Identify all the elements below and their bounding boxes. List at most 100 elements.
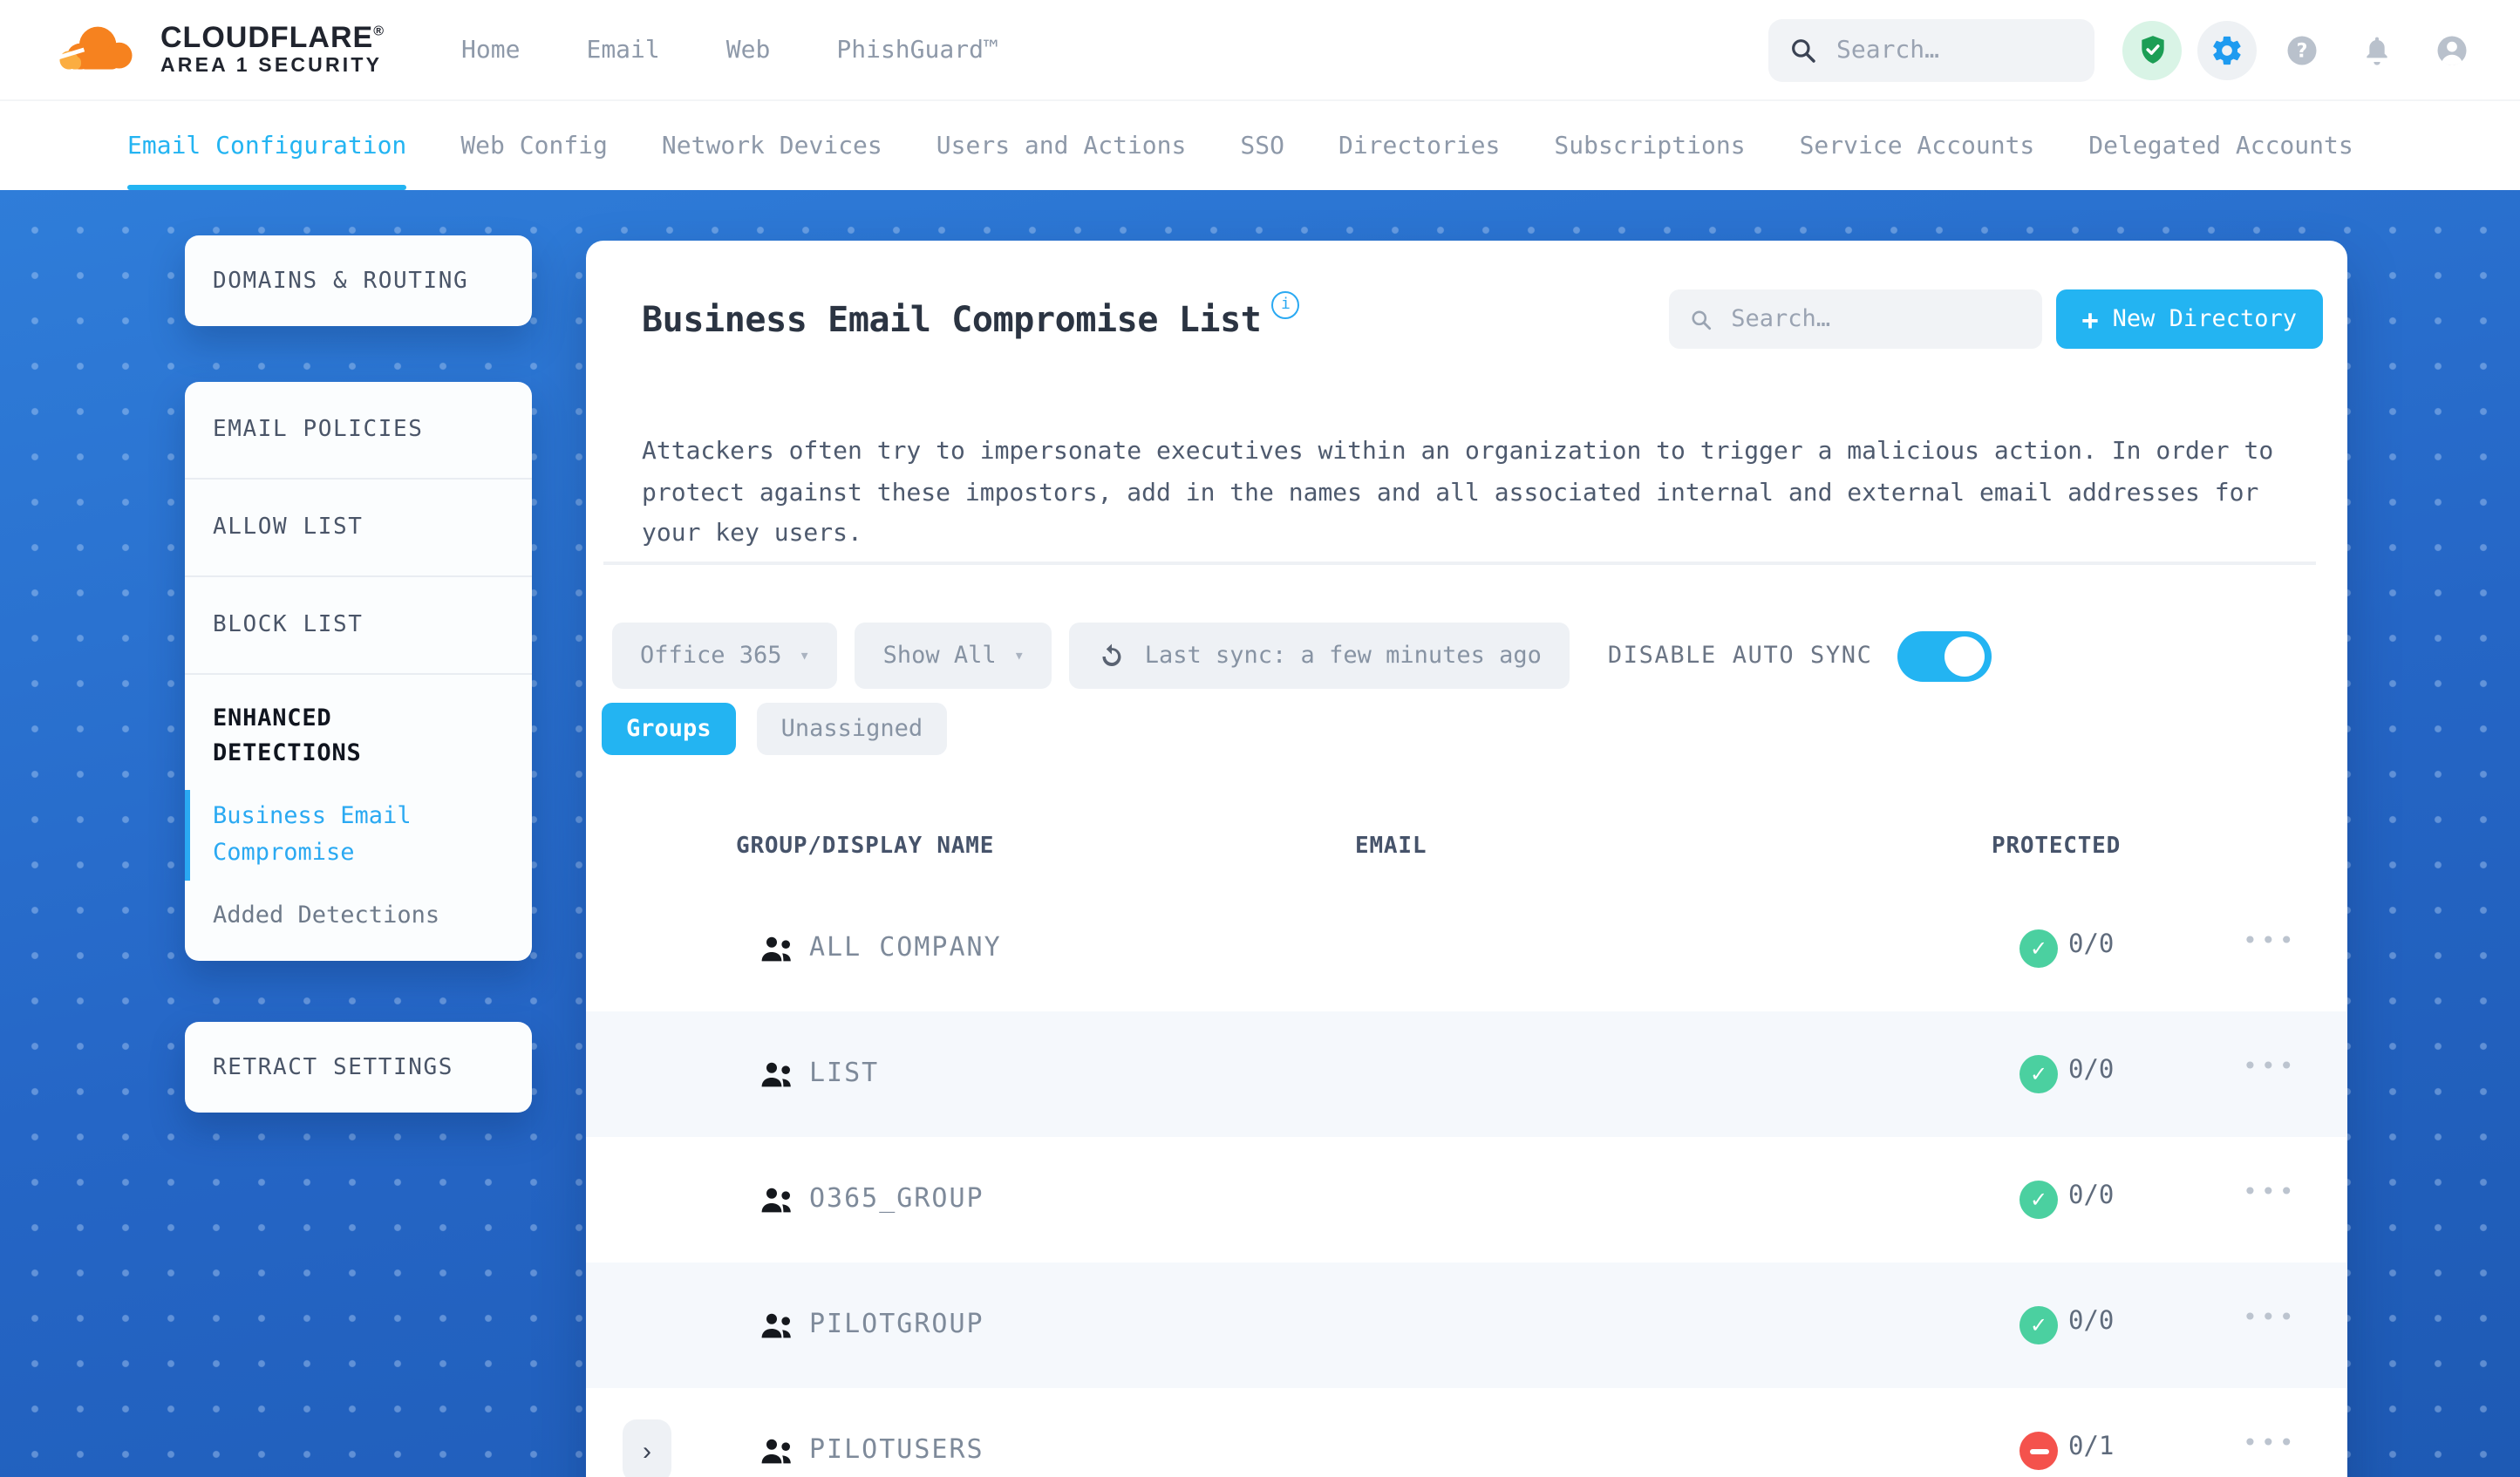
primary-nav: Home Email Web PhishGuard™ (461, 36, 998, 64)
group-name: O365_GROUP (809, 1182, 984, 1214)
minus-icon (2029, 1448, 2048, 1453)
main-panel: Business Email Compromise List i + New D… (586, 241, 2347, 1477)
notifications-bell-icon[interactable] (2347, 20, 2407, 79)
table-row[interactable]: › ALL COMPANY (586, 886, 2347, 1011)
toggle-knob (1944, 636, 1985, 676)
config-tab[interactable]: Directories (1338, 101, 1500, 190)
table-row[interactable]: › PILOTUSERS 0/1 ••• (586, 1388, 2347, 1477)
chevron-down-icon: ▾ (1013, 646, 1025, 665)
global-search[interactable] (1768, 18, 2094, 81)
search-icon (1691, 310, 1711, 330)
config-tab[interactable]: Web Config (460, 101, 608, 190)
protected-count: 0/0 (2068, 931, 2115, 959)
auto-sync-label: DISABLE AUTO SYNC (1607, 642, 1873, 670)
view-tab[interactable]: Groups (602, 703, 736, 755)
config-tab[interactable]: Network Devices (662, 101, 882, 190)
protected-status-icon: ✓ (2019, 929, 2058, 968)
help-icon[interactable]: ? (2272, 20, 2332, 79)
page-description: Attackers often try to impersonate execu… (642, 438, 2274, 548)
sidebar-item-block-list[interactable]: BLOCK LIST (185, 575, 532, 673)
sidebar-item-added-detections[interactable]: Added Detections (185, 902, 532, 929)
search-icon (1792, 38, 1815, 62)
group-name: PILOTUSERS (809, 1433, 984, 1465)
protected-count: 0/0 (2068, 1308, 2115, 1336)
info-icon[interactable]: i (1271, 291, 1300, 319)
settings-gear-icon[interactable] (2197, 20, 2257, 79)
sidebar-item-domains-routing[interactable]: DOMAINS & ROUTING (185, 235, 532, 326)
primary-nav-item[interactable]: Home (461, 36, 520, 64)
sidebar-policies-card: EMAIL POLICIES ALLOW LIST BLOCK LIST ENH… (185, 382, 532, 961)
auto-sync-toggle[interactable] (1897, 630, 1992, 681)
config-tab[interactable]: Email Configuration (127, 101, 407, 190)
group-people-icon (760, 1186, 795, 1221)
primary-nav-item[interactable]: Email (586, 36, 659, 64)
page-title: Business Email Compromise List (642, 298, 1262, 340)
group-name: PILOTGROUP (809, 1308, 984, 1339)
group-people-icon (760, 1311, 795, 1346)
svg-text:?: ? (2297, 40, 2308, 62)
column-header-email: EMAIL (1355, 834, 1427, 860)
groups-table: GROUP/DISPLAY NAME EMAIL PROTECTED › (586, 827, 2347, 1477)
sidebar-item-email-policies[interactable]: EMAIL POLICIES (185, 382, 532, 478)
table-row[interactable]: › PILOTGROUP (586, 1263, 2347, 1388)
shield-check-icon[interactable] (2122, 20, 2182, 79)
show-filter-dropdown[interactable]: Show All ▾ (855, 623, 1052, 689)
config-tab[interactable]: Delegated Accounts (2088, 101, 2353, 190)
config-tabbar: Email Configuration Web Config Network Dev… (0, 99, 2520, 190)
row-actions-ellipsis-icon[interactable]: ••• (2243, 1179, 2298, 1207)
check-icon: ✓ (2029, 936, 2048, 961)
sidebar-item-allow-list[interactable]: ALLOW LIST (185, 478, 532, 575)
panel-search-input[interactable] (1727, 303, 2021, 335)
global-search-input[interactable] (1833, 34, 2074, 65)
enhanced-detections-title[interactable]: ENHANCED DETECTIONS (185, 701, 467, 771)
group-people-icon (760, 935, 795, 970)
primary-nav-item[interactable]: Web (726, 36, 771, 64)
panel-header: Business Email Compromise List i + New D… (642, 286, 2323, 352)
expand-chevron-icon[interactable]: › (623, 1419, 671, 1477)
brand-logo[interactable]: CLOUDFLARE® AREA 1 SECURITY (47, 17, 385, 82)
protected-status-icon: ✓ (2019, 1055, 2058, 1093)
protected-count: 0/1 (2068, 1433, 2115, 1461)
plus-icon: + (2081, 303, 2099, 336)
row-actions-ellipsis-icon[interactable]: ••• (2243, 1053, 2298, 1081)
content-canvas: DOMAINS & ROUTING EMAIL POLICIES ALLOW L… (0, 188, 2520, 1477)
protected-status-icon: ✓ (2019, 1306, 2058, 1344)
refresh-icon (1103, 643, 1122, 666)
directory-filter-dropdown[interactable]: Office 365 ▾ (612, 623, 838, 689)
row-actions-ellipsis-icon[interactable]: ••• (2243, 1430, 2298, 1458)
table-row[interactable]: › O365_GROUP (586, 1137, 2347, 1263)
column-header-protected: PROTECTED (1992, 834, 2122, 860)
brand-name: CLOUDFLARE® (160, 20, 385, 54)
check-icon: ✓ (2029, 1062, 2048, 1086)
user-account-icon[interactable] (2422, 20, 2482, 79)
cloudflare-cloud-icon (47, 17, 145, 82)
sidebar-item-retract-settings[interactable]: RETRACT SETTINGS (185, 1022, 532, 1113)
view-tab[interactable]: Unassigned (756, 703, 948, 755)
primary-nav-item[interactable]: PhishGuard™ (836, 36, 998, 64)
last-sync-status[interactable]: Last sync: a few minutes ago (1069, 623, 1570, 689)
protected-status-icon: ✓ (2019, 1432, 2058, 1470)
new-directory-button[interactable]: + New Directory (2055, 289, 2323, 349)
chevron-down-icon: ▾ (799, 646, 810, 665)
config-tab[interactable]: Users and Actions (936, 101, 1187, 190)
column-header-group-name: GROUP/DISPLAY NAME (736, 834, 995, 860)
sidebar-item-business-email-compromise[interactable]: Business Email Compromise (185, 790, 532, 881)
config-tab[interactable]: Service Accounts (1800, 101, 2035, 190)
view-tabs: Groups Unassigned (602, 703, 948, 755)
protected-count: 0/0 (2068, 1057, 2115, 1085)
app: CLOUDFLARE® AREA 1 SECURITY Home Email Web… (0, 0, 2520, 1477)
sidebar: DOMAINS & ROUTING EMAIL POLICIES ALLOW L… (185, 235, 532, 1113)
panel-search[interactable] (1668, 289, 2042, 349)
table-row[interactable]: › LIST (586, 1011, 2347, 1137)
table-body: › ALL COMPANY (586, 886, 2347, 1477)
config-tab[interactable]: SSO (1240, 101, 1284, 190)
config-tab[interactable]: Subscriptions (1554, 101, 1745, 190)
filter-controls: Office 365 ▾ Show All ▾ Last sync: a few… (612, 623, 2319, 689)
row-actions-ellipsis-icon[interactable]: ••• (2243, 1304, 2298, 1332)
table-header: GROUP/DISPLAY NAME EMAIL PROTECTED (586, 827, 2347, 886)
protected-status-icon: ✓ (2019, 1181, 2058, 1219)
row-actions-ellipsis-icon[interactable]: ••• (2243, 928, 2298, 956)
sidebar-section-enhanced-detections: ENHANCED DETECTIONS Business Email Compr… (185, 673, 532, 961)
top-header: CLOUDFLARE® AREA 1 SECURITY Home Email Web… (0, 0, 2520, 99)
brand-subtitle: AREA 1 SECURITY (160, 56, 383, 78)
